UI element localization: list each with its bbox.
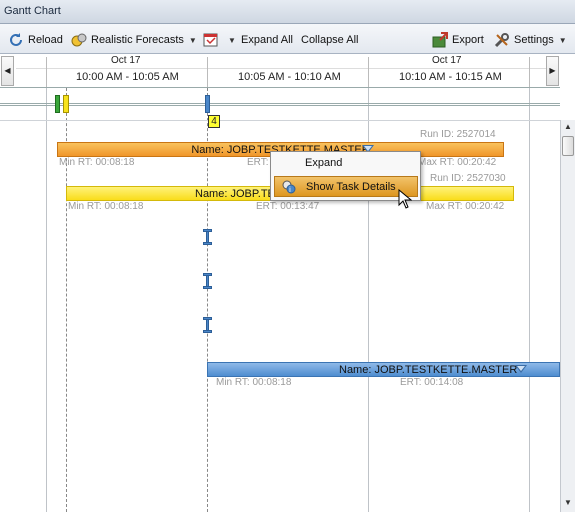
header-separator: [368, 57, 369, 87]
min-rt-label: Min RT: 00:08:18: [216, 377, 292, 388]
settings-label: Settings: [514, 34, 554, 46]
grid-line: [529, 88, 530, 512]
forecast-icon: [71, 32, 87, 48]
run-id-label: Run ID: 2527014: [420, 129, 496, 140]
min-rt-label: Min RT: 00:08:18: [68, 201, 144, 212]
task-name: Name: JOBP.TESTKETTE.MASTER: [339, 363, 518, 376]
menu-item-label: Show Task Details: [306, 181, 396, 193]
overview-task-marker[interactable]: [63, 95, 69, 113]
overview-current-marker[interactable]: [205, 95, 210, 113]
header-separator: [46, 57, 47, 87]
overview-start-marker[interactable]: [55, 95, 60, 113]
calendar-dropdown[interactable]: ▼: [203, 31, 236, 49]
calendar-icon: [203, 32, 219, 48]
overview-track: [0, 103, 560, 106]
header-separator: [529, 57, 530, 87]
date-label: Oct 17: [432, 55, 462, 66]
expand-all-button[interactable]: Expand All: [241, 31, 293, 49]
settings-dropdown[interactable]: Settings ▼: [494, 31, 567, 49]
export-button[interactable]: Export: [432, 31, 484, 49]
reload-icon: [8, 32, 24, 48]
scroll-right-button[interactable]: ▶: [546, 56, 559, 86]
forecasts-label: Realistic Forecasts: [91, 34, 184, 46]
milestone-marker[interactable]: [203, 273, 212, 289]
overview-count-badge: 4: [208, 115, 220, 128]
chevron-down-icon: ▼: [228, 35, 236, 45]
scroll-down-button[interactable]: ▼: [561, 496, 575, 510]
milestone-marker[interactable]: [203, 317, 212, 333]
menu-item-show-task-details[interactable]: i Show Task Details: [274, 176, 418, 197]
realistic-forecasts-dropdown[interactable]: Realistic Forecasts ▼: [71, 31, 197, 49]
scroll-thumb[interactable]: [562, 136, 574, 156]
header-separator: [207, 57, 208, 87]
ert-label: ERT: 00:14:08: [400, 377, 464, 388]
scroll-left-button[interactable]: ◀: [1, 56, 14, 86]
vertical-scrollbar[interactable]: ▲ ▼: [560, 120, 575, 512]
time-slot-label: 10:00 AM - 10:05 AM: [76, 71, 179, 83]
task-bar-master-2[interactable]: Name: JOBP.TESTKETTE.MASTER: [207, 362, 560, 377]
milestone-marker[interactable]: [203, 229, 212, 245]
max-rt-label: Max RT: 00:20:42: [418, 157, 497, 168]
export-icon: [432, 32, 448, 48]
run-id-label: Run ID: 2527030: [430, 173, 506, 184]
menu-item-label: Expand: [305, 157, 343, 169]
export-label: Export: [452, 34, 484, 46]
grid-line: [46, 88, 47, 512]
mouse-cursor-icon: [398, 188, 413, 212]
task-details-icon: i: [281, 179, 297, 203]
wrench-icon: [494, 32, 510, 48]
min-rt-label: Min RT: 00:08:18: [59, 157, 135, 168]
chevron-down-icon: ▼: [558, 35, 567, 45]
ert-label: ERT:: [247, 157, 269, 168]
toolbar: Reload Realistic Forecasts ▼ ▼ Expand Al…: [0, 24, 575, 54]
chevron-down-icon: ▼: [188, 35, 197, 45]
expand-triangle-icon[interactable]: [515, 365, 527, 373]
svg-text:i: i: [289, 186, 291, 194]
menu-item-expand[interactable]: Expand: [274, 153, 418, 174]
max-rt-label: Max RT: 00:20:42: [426, 201, 505, 212]
collapse-all-button[interactable]: Collapse All: [301, 31, 358, 49]
reload-button[interactable]: Reload: [8, 31, 63, 49]
date-label: Oct 17: [111, 55, 141, 66]
scroll-up-button[interactable]: ▲: [561, 120, 575, 134]
overview-divider: [0, 120, 560, 121]
task-name: Name: JOBP.TE: [195, 187, 275, 200]
time-slot-label: 10:10 AM - 10:15 AM: [399, 71, 502, 83]
window-title: Gantt Chart: [0, 0, 575, 24]
header-divider: [16, 68, 546, 69]
time-slot-label: 10:05 AM - 10:10 AM: [238, 71, 341, 83]
reload-label: Reload: [28, 34, 63, 46]
